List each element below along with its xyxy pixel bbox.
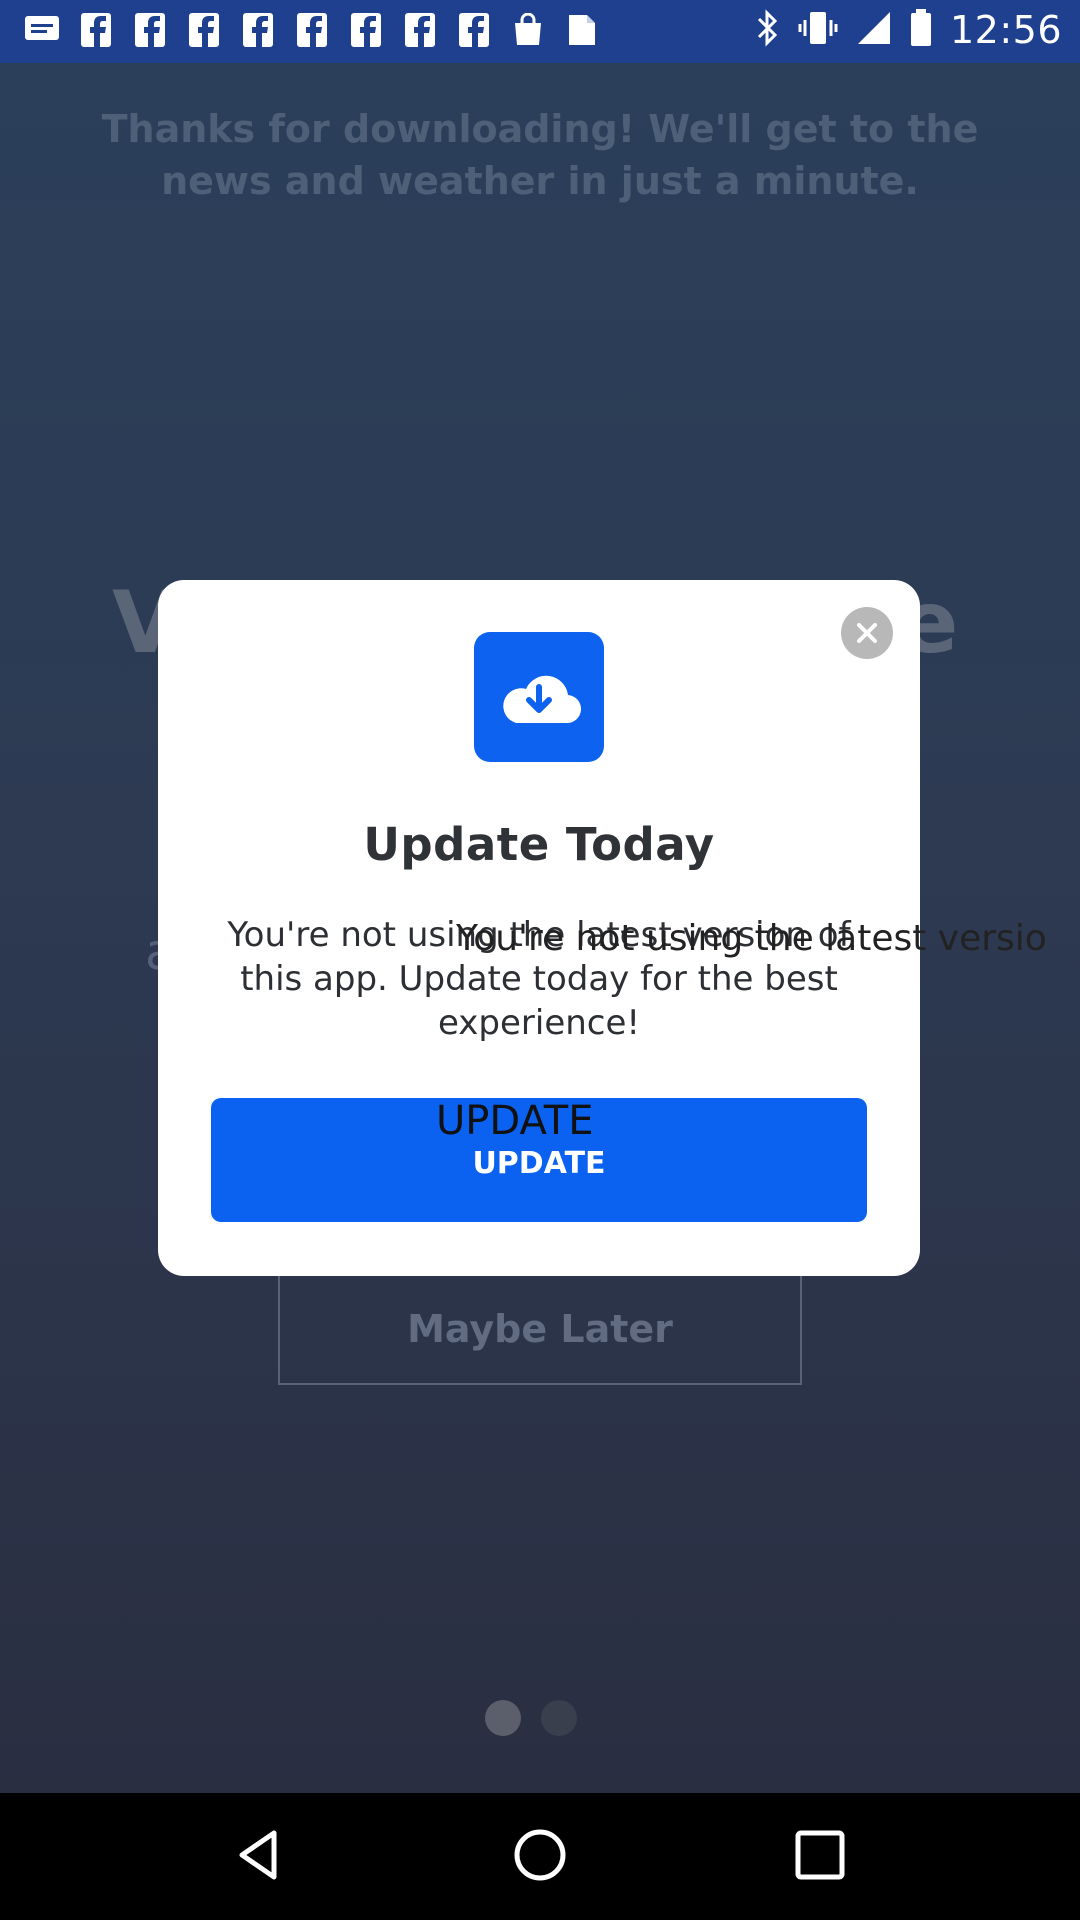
update-button-label: UPDATE bbox=[472, 1146, 606, 1181]
facebook-icon bbox=[400, 10, 440, 50]
overlay-update-label: UPDATE bbox=[436, 1098, 594, 1144]
facebook-icon bbox=[238, 10, 278, 50]
bag-icon bbox=[508, 10, 548, 50]
page-dot-inactive bbox=[541, 1700, 577, 1736]
status-time: 12:56 bbox=[949, 8, 1062, 52]
close-icon bbox=[857, 623, 877, 643]
status-bar: 12:56 bbox=[0, 0, 1080, 63]
dialog-title: Update Today bbox=[363, 818, 715, 871]
facebook-icon bbox=[130, 10, 170, 50]
navigation-bar bbox=[0, 1793, 1080, 1920]
home-icon[interactable] bbox=[510, 1825, 570, 1889]
facebook-icon bbox=[184, 10, 224, 50]
signal-icon bbox=[856, 10, 892, 50]
battery-icon bbox=[910, 9, 932, 51]
recents-icon[interactable] bbox=[790, 1825, 850, 1889]
page-dot-active bbox=[485, 1700, 521, 1736]
welcome-subtitle: Thanks for downloading! We'll get to the… bbox=[101, 107, 979, 203]
maybe-later-button[interactable]: Maybe Later bbox=[278, 1273, 802, 1385]
facebook-icon bbox=[76, 10, 116, 50]
vibrate-icon bbox=[798, 10, 838, 50]
back-icon[interactable] bbox=[230, 1825, 290, 1889]
cloud-download-icon bbox=[474, 632, 604, 762]
overlay-debug-text: You're not using the latest versio bbox=[456, 918, 1047, 959]
status-bar-system: 12:56 bbox=[756, 8, 1062, 52]
facebook-icon bbox=[346, 10, 386, 50]
page-indicator bbox=[485, 1700, 577, 1736]
status-bar-notifications bbox=[22, 10, 602, 50]
document-icon bbox=[562, 10, 602, 50]
facebook-icon bbox=[454, 10, 494, 50]
facebook-icon bbox=[292, 10, 332, 50]
message-icon bbox=[22, 10, 62, 50]
close-button[interactable] bbox=[841, 607, 893, 659]
bluetooth-icon bbox=[756, 9, 780, 51]
